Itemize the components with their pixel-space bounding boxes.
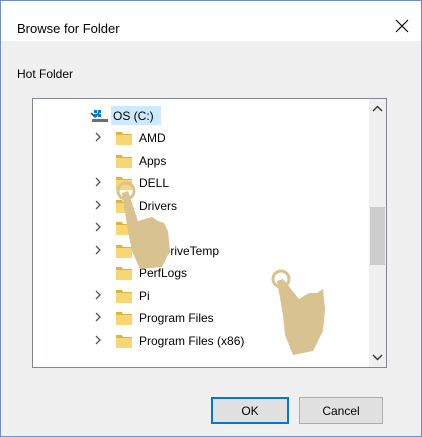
scroll-down-icon[interactable] <box>372 353 383 361</box>
hand-pointer-icon <box>271 269 325 355</box>
chevron-right-icon[interactable] <box>93 289 103 301</box>
window-title: Browse for Folder <box>17 21 120 36</box>
folder-icon <box>116 334 132 348</box>
tree-item-label: Program Files <box>139 311 214 325</box>
title-bar[interactable]: Browse for Folder <box>1 1 421 41</box>
scrollbar-thumb[interactable] <box>370 207 385 265</box>
folder-icon <box>116 154 132 168</box>
dialog-description: Hot Folder <box>17 67 74 81</box>
chevron-right-icon[interactable] <box>93 311 103 323</box>
tree-item-label: Pi <box>139 288 150 303</box>
chevron-right-icon[interactable] <box>93 244 103 256</box>
folder-icon <box>116 312 132 325</box>
tree-item[interactable]: Drivers <box>33 195 363 217</box>
browse-for-folder-dialog: Browse for Folder Hot Folder OS (C:) AMD… <box>0 0 422 437</box>
tree-item-label: Program Files (x86) <box>139 333 245 348</box>
chevron-right-icon[interactable] <box>93 176 103 188</box>
tree-item[interactable]: OneDriveTemp <box>33 240 363 262</box>
chevron-right-icon[interactable] <box>93 199 103 211</box>
tree-item[interactable] <box>33 217 363 239</box>
cancel-button[interactable]: Cancel <box>299 397 383 424</box>
chevron-right-icon[interactable] <box>93 131 103 143</box>
hand-pointer-icon <box>116 181 170 269</box>
folder-icon <box>116 132 132 145</box>
tree-item[interactable]: DELL <box>33 172 363 194</box>
chevron-right-icon[interactable] <box>93 221 103 233</box>
chevron-right-icon[interactable] <box>93 334 103 346</box>
scroll-up-icon[interactable] <box>372 105 383 113</box>
drive-icon <box>92 110 108 122</box>
tree-item-label: AMD <box>139 131 166 145</box>
tree-item-root[interactable]: OS (C:) <box>33 105 363 127</box>
tree-item[interactable]: AMD <box>33 127 363 149</box>
vertical-scrollbar[interactable] <box>369 99 386 367</box>
ok-button[interactable]: OK <box>211 397 289 424</box>
folder-icon <box>116 289 132 303</box>
tree-item-label: OS (C:) <box>113 109 154 123</box>
tree-item-label: Apps <box>139 153 167 168</box>
tree-item[interactable]: Apps <box>33 150 363 172</box>
close-icon[interactable] <box>391 15 413 37</box>
